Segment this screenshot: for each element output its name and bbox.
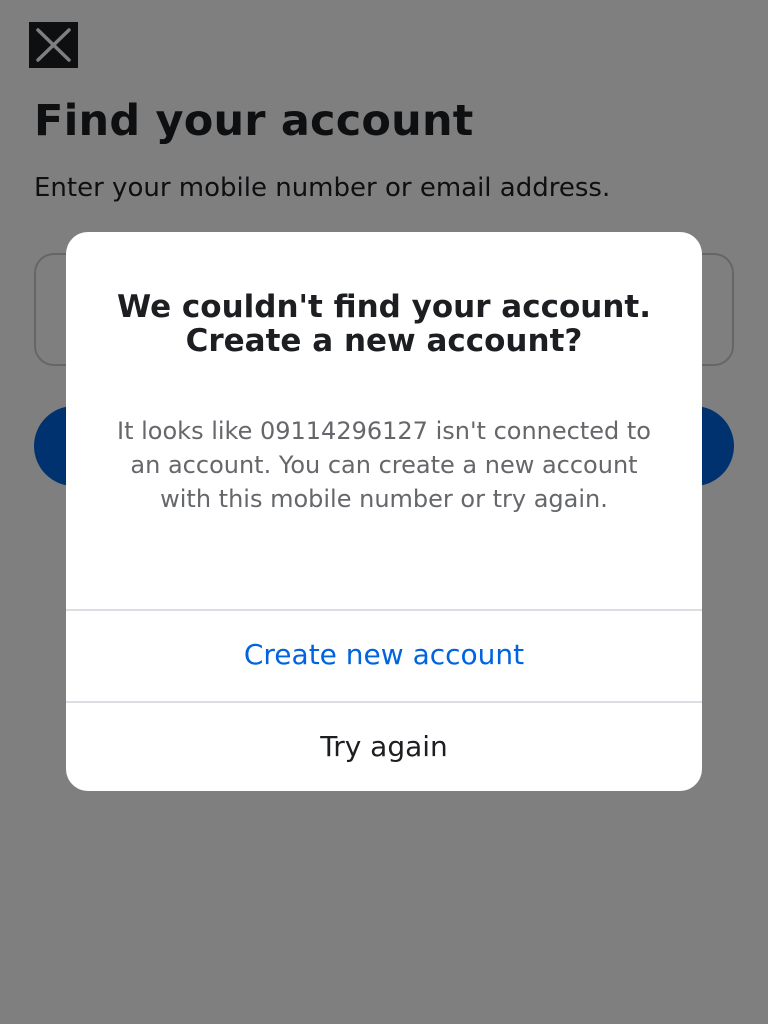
dialog-title: We couldn't find your account. Create a … (116, 289, 652, 359)
dialog-divider (66, 609, 702, 611)
dialog-divider (66, 701, 702, 703)
dialog-message: It looks like 09114296127 isn't connecte… (117, 417, 651, 513)
account-not-found-dialog: We couldn't find your account. Create a … (66, 232, 702, 791)
create-new-account-button[interactable]: Create new account (66, 635, 702, 675)
try-again-button[interactable]: Try again (66, 727, 702, 767)
